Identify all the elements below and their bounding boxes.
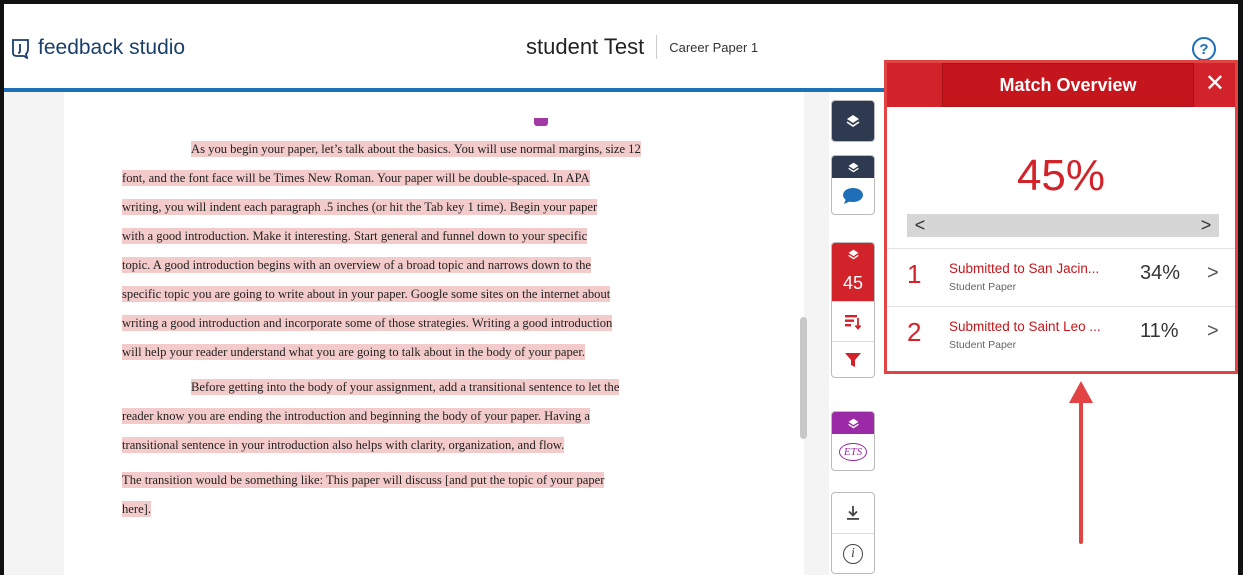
match-overview-header: Match Overview ✕ — [887, 63, 1235, 107]
app-window: feedback studio student Test Career Pape… — [0, 0, 1243, 575]
similarity-tool-block: 45 — [831, 242, 875, 378]
chevron-right-icon[interactable]: > — [1207, 262, 1219, 285]
sort-list-icon — [845, 314, 862, 330]
text-line: As you begin your paper, let’s talk abou… — [191, 141, 641, 157]
download-icon — [847, 506, 859, 520]
similarity-layer-button[interactable] — [832, 243, 874, 265]
help-icon[interactable]: ? — [1192, 37, 1216, 61]
info-icon: i — [843, 543, 863, 564]
student-name: student Test — [526, 34, 645, 59]
source-percent: 11% — [1140, 320, 1179, 342]
source-nav-bar: < > — [907, 214, 1219, 237]
text-line: here]. — [122, 501, 152, 517]
match-overview-panel: Match Overview ✕ 45% < > 1 Submitted to … — [884, 60, 1238, 374]
source-title: Submitted to Saint Leo ... — [949, 319, 1101, 334]
paper-title-block: student Test Career Paper 1 — [526, 34, 758, 60]
filter-icon — [845, 352, 861, 367]
text-line: with a good introduction. Make it intere… — [122, 228, 588, 244]
layers-icon — [846, 115, 860, 127]
layers-icon — [847, 162, 859, 172]
annotation-arrow-icon — [1069, 381, 1093, 544]
chevron-right-icon[interactable]: > — [1193, 214, 1219, 237]
close-icon[interactable]: ✕ — [1205, 72, 1225, 96]
ets-icon: ETS — [838, 443, 868, 461]
assignment-name: Career Paper 1 — [669, 39, 759, 55]
text-line: will help your reader understand what yo… — [122, 344, 586, 360]
page-marker-tab[interactable] — [534, 118, 548, 126]
text-line: font, and the font face will be Times Ne… — [122, 170, 590, 186]
chevron-right-icon[interactable]: > — [1207, 320, 1219, 343]
source-rank: 1 — [907, 259, 922, 289]
overall-similarity-percent: 45% — [1016, 151, 1106, 200]
source-title: Submitted to San Jacin... — [949, 261, 1100, 276]
match-overview-title: Match Overview — [942, 63, 1194, 107]
feedback-studio-logo-icon — [12, 39, 29, 59]
info-button[interactable]: i — [832, 533, 874, 573]
text-line: The transition would be something like: … — [122, 472, 605, 488]
source-rank: 2 — [907, 317, 922, 347]
similarity-score-button[interactable]: 45 — [832, 265, 874, 301]
document-page: As you begin your paper, let’s talk abou… — [64, 92, 804, 575]
layers-icon — [847, 418, 859, 428]
text-line: specific topic you are going to write ab… — [122, 286, 611, 302]
feedback-tool-block — [831, 155, 875, 215]
utility-tool-block: i — [831, 492, 875, 574]
text-line: writing, you will indent each paragraph … — [122, 199, 598, 215]
download-button[interactable] — [832, 493, 874, 533]
feedback-layer-button[interactable] — [832, 156, 874, 178]
tool-strip: 45 ETS i — [829, 92, 884, 575]
comment-button[interactable] — [832, 178, 874, 214]
match-overview-button[interactable] — [832, 301, 874, 341]
text-line: writing a good introduction and incorpor… — [122, 315, 613, 331]
logo-text: feedback studio — [38, 36, 186, 59]
source-type: Student Paper — [949, 339, 1017, 351]
side-panel: Match Overview ✕ 45% < > 1 Submitted to … — [884, 60, 1238, 575]
match-source-row[interactable]: 2 Submitted to Saint Leo ... Student Pap… — [887, 306, 1235, 364]
ets-button[interactable]: ETS — [832, 434, 874, 470]
source-type: Student Paper — [949, 281, 1017, 293]
chevron-left-icon[interactable]: < — [907, 214, 933, 237]
ets-tool-block: ETS — [831, 411, 875, 471]
filter-button[interactable] — [832, 341, 874, 377]
logo[interactable]: feedback studio — [10, 36, 185, 60]
text-line: transitional sentence in your introducti… — [122, 437, 565, 453]
layers-toggle-block — [831, 100, 875, 142]
document-scrollbar[interactable] — [800, 317, 807, 439]
ets-layer-button[interactable] — [832, 412, 874, 434]
layers-icon — [847, 249, 859, 259]
source-percent: 34% — [1140, 262, 1181, 284]
match-source-row[interactable]: 1 Submitted to San Jacin... Student Pape… — [887, 248, 1235, 306]
comment-bubble-icon — [843, 188, 863, 204]
layers-button[interactable] — [832, 101, 874, 141]
document-viewer: As you begin your paper, let’s talk abou… — [4, 92, 829, 575]
text-line: Before getting into the body of your ass… — [191, 379, 620, 395]
title-divider — [656, 35, 658, 59]
text-line: reader know you are ending the introduct… — [122, 408, 590, 424]
document-text: As you begin your paper, let’s talk abou… — [122, 135, 722, 524]
text-line: topic. A good introduction begins with a… — [122, 257, 592, 273]
